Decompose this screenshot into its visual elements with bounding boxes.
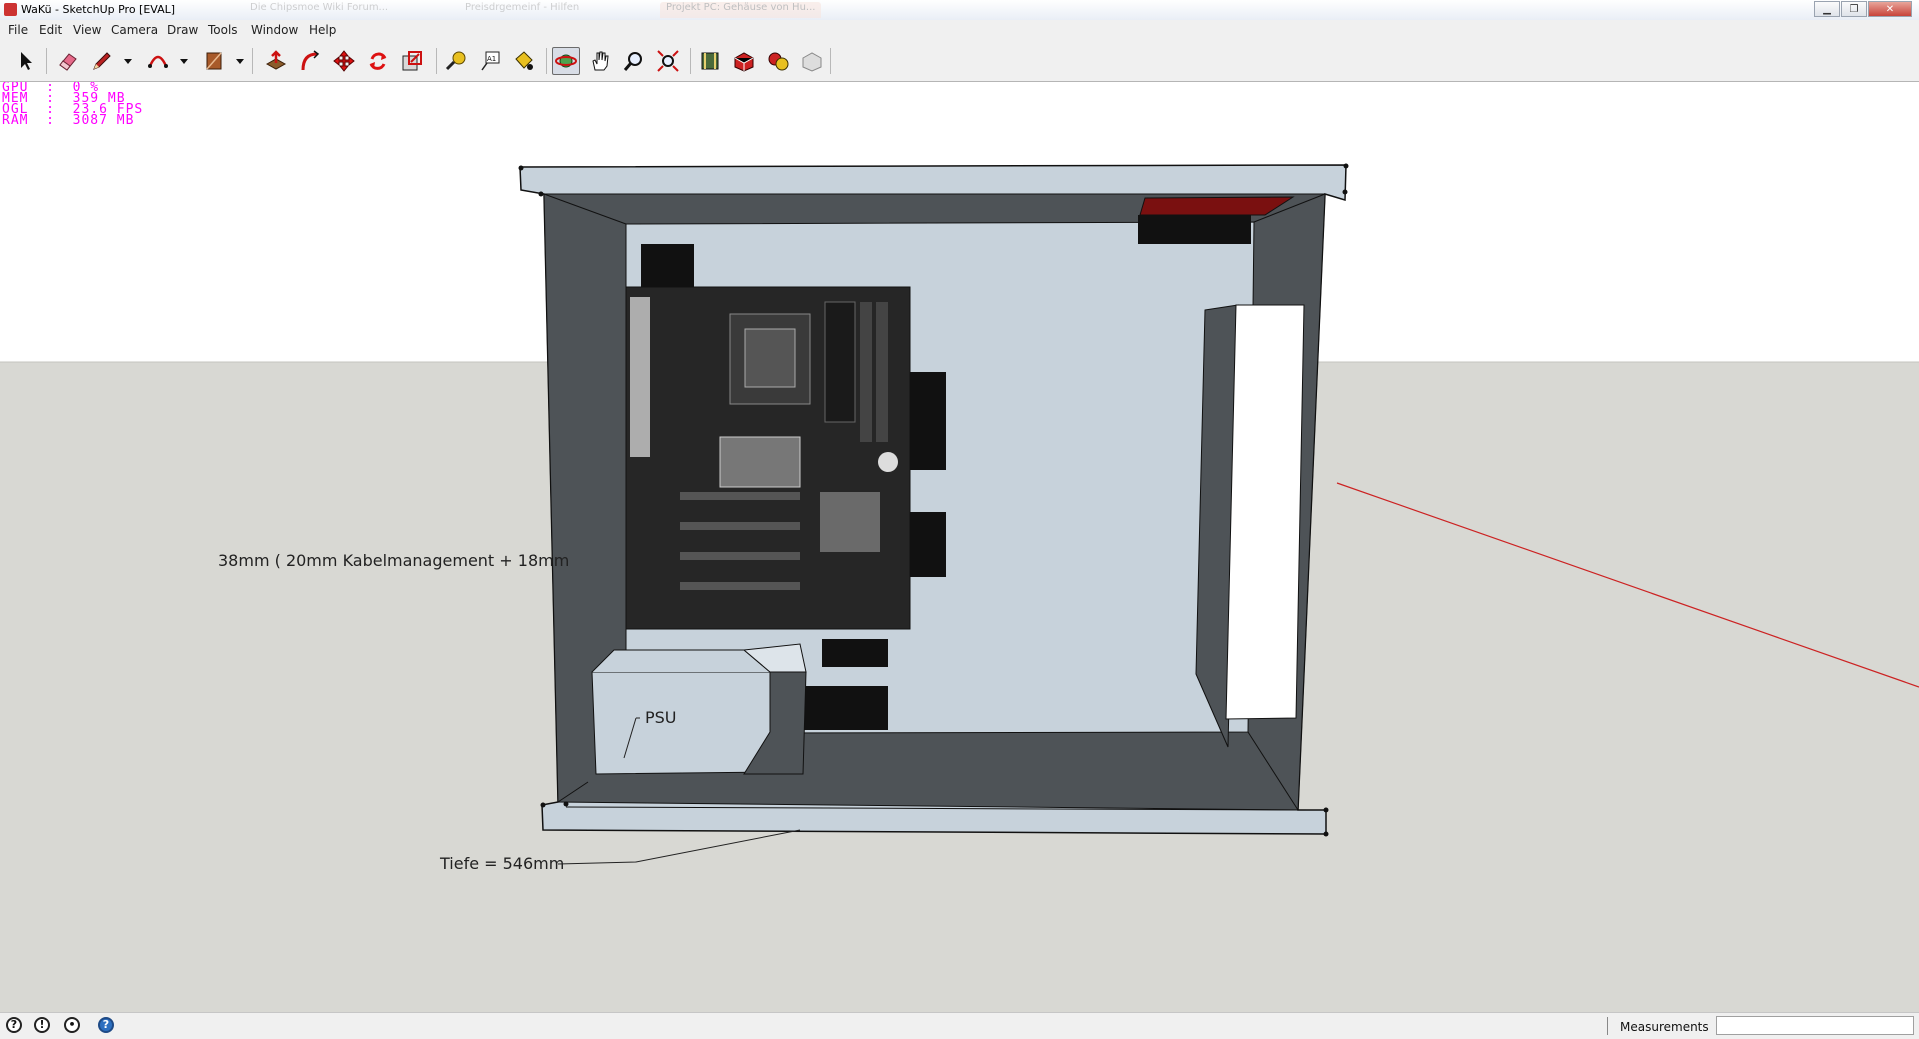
psu-label[interactable]: PSU <box>645 708 677 727</box>
menu-camera[interactable]: Camera <box>111 23 158 37</box>
stats-row: RAM : 3087 MB <box>2 113 135 128</box>
chevron-down-icon[interactable] <box>124 59 132 64</box>
follow-me-icon <box>301 50 320 71</box>
cable-block <box>910 372 946 470</box>
zoom-extents-tool-button[interactable] <box>654 47 682 75</box>
toolbar-separator <box>436 48 437 74</box>
arc-tool-button[interactable] <box>144 47 172 75</box>
top-radiator <box>1139 196 1295 216</box>
background-tab: Preisdrgemeinf - Hilfen <box>465 2 580 13</box>
tape-measure-icon <box>445 51 466 71</box>
cable-block <box>910 512 946 577</box>
pencil-tool-button[interactable] <box>88 47 116 75</box>
menu-view[interactable]: View <box>73 23 101 37</box>
measurements-label: Measurements <box>1620 1020 1709 1034</box>
orbit-icon <box>555 54 577 68</box>
rectangle-icon <box>206 52 222 70</box>
depth-dimension-label[interactable]: Tiefe = 546mm <box>440 854 564 873</box>
menu-window[interactable]: Window <box>251 23 298 37</box>
move-tool-button[interactable] <box>330 47 358 75</box>
background-tab: Projekt PC: Gehäuse von Hu... <box>660 2 822 18</box>
close-button[interactable]: ✕ <box>1868 1 1912 17</box>
rotate-icon <box>369 52 387 70</box>
stats-overlay: GPU : 0 % MEM : 359 MB OGL : 23.6 FPS RA… <box>2 82 143 128</box>
window-title: WaKü - SketchUp Pro [EVAL] <box>21 3 176 16</box>
chevron-down-icon[interactable] <box>180 59 188 64</box>
psu-box <box>591 671 771 775</box>
background-tab: Die Chipsmoe Wiki Forum... <box>250 2 389 13</box>
menu-edit[interactable]: Edit <box>39 23 62 37</box>
paint-bucket-icon <box>515 51 533 70</box>
pencil-icon <box>93 52 111 70</box>
magnifier-icon <box>623 52 642 71</box>
push-pull-icon <box>265 50 287 70</box>
psu-top <box>591 649 771 673</box>
menu-file[interactable]: File <box>8 23 28 37</box>
toolbar-separator <box>546 48 547 74</box>
warehouse-icon <box>701 52 719 70</box>
motherboard <box>625 286 911 630</box>
maximize-button[interactable]: ❐ <box>1841 1 1867 17</box>
rotate-tool-button[interactable] <box>364 47 392 75</box>
svg-text:A1: A1 <box>487 55 496 63</box>
toolbar-separator <box>46 48 47 74</box>
scale-tool-button[interactable] <box>398 47 426 75</box>
menu-help[interactable]: Help <box>309 23 336 37</box>
eraser-tool-button[interactable] <box>54 47 82 75</box>
3d-warehouse-tool-button[interactable] <box>696 47 724 75</box>
orbit-tool-button[interactable] <box>552 47 580 75</box>
extension-icon <box>802 52 822 72</box>
model-drawing <box>0 82 1919 1012</box>
follow-me-tool-button[interactable] <box>296 47 324 75</box>
tape-measure-tool-button[interactable] <box>442 47 470 75</box>
side-dimension-label[interactable]: 38mm ( 20mm Kabelmanagement + 18mm <box>218 551 569 570</box>
menu-tools[interactable]: Tools <box>208 23 238 37</box>
eraser-icon <box>59 53 77 71</box>
toolbar-separator <box>690 48 691 74</box>
rectangle-tool-button[interactable] <box>200 47 228 75</box>
components-tool-button[interactable] <box>764 47 792 75</box>
paint-bucket-tool-button[interactable] <box>510 47 538 75</box>
menu-draw[interactable]: Draw <box>167 23 198 37</box>
bottom-block <box>822 639 888 667</box>
extension-tool-button[interactable] <box>798 47 826 75</box>
geo-location-icon[interactable]: ? <box>6 1017 22 1033</box>
components-icon <box>768 52 789 71</box>
toolbar-separator <box>830 48 831 74</box>
share-model-icon <box>734 52 754 72</box>
cpu-fan-block <box>641 244 694 288</box>
arc-icon <box>148 55 168 68</box>
title-bar: WaKü - SketchUp Pro [EVAL] Die Chipsmoe … <box>0 0 1919 21</box>
sketchup-logo-icon <box>4 3 17 16</box>
hand-icon <box>592 51 609 71</box>
menu-bar: File Edit View Camera Draw Tools Window … <box>0 20 1919 40</box>
status-bar: ? ! • ? Measurements <box>0 1012 1919 1039</box>
credits-icon[interactable]: ! <box>34 1017 50 1033</box>
arrow-cursor-icon <box>21 52 32 70</box>
text-icon: A1 <box>481 51 500 71</box>
top-radiator-body <box>1138 215 1251 244</box>
text-tool-button[interactable]: A1 <box>476 47 504 75</box>
drive-cage-front <box>1225 304 1305 720</box>
select-tool-button[interactable] <box>12 47 40 75</box>
main-toolbar: A1 <box>0 40 1919 82</box>
zoom-extents-icon <box>657 50 679 72</box>
zoom-tool-button[interactable] <box>620 47 648 75</box>
share-model-tool-button[interactable] <box>730 47 758 75</box>
measurements-input[interactable] <box>1716 1016 1914 1035</box>
help-icon[interactable]: ? <box>98 1017 114 1033</box>
user-icon[interactable]: • <box>64 1017 80 1033</box>
minimize-button[interactable]: ▁ <box>1814 1 1840 17</box>
push-pull-tool-button[interactable] <box>262 47 290 75</box>
move-icon <box>333 50 355 72</box>
chevron-down-icon[interactable] <box>236 59 244 64</box>
scale-icon <box>402 51 422 71</box>
toolbar-separator <box>252 48 253 74</box>
model-viewport[interactable]: GPU : 0 % MEM : 359 MB OGL : 23.6 FPS RA… <box>0 82 1919 1012</box>
pan-tool-button[interactable] <box>586 47 614 75</box>
status-separator <box>1607 1017 1608 1035</box>
